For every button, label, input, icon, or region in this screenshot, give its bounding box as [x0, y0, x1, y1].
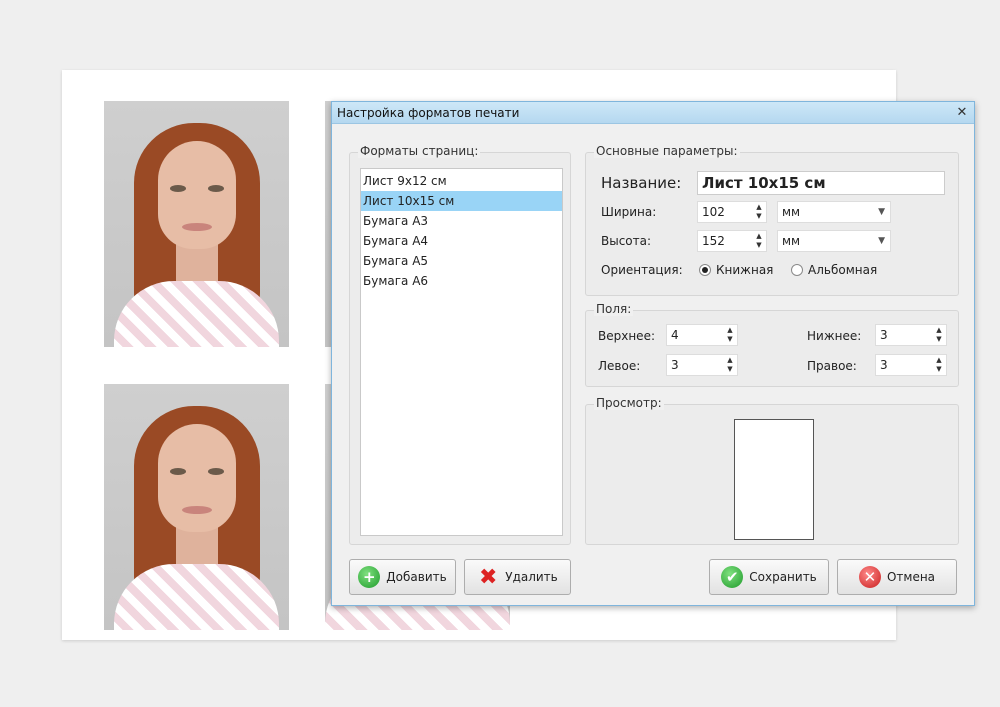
stepper-arrows-icon[interactable]: ▲ ▼ — [725, 326, 735, 344]
save-button-label: Сохранить — [749, 570, 817, 584]
format-list-item[interactable]: Лист 10x15 см — [361, 191, 562, 211]
add-button-label: Добавить — [386, 570, 447, 584]
format-list-item[interactable]: Бумага А6 — [361, 271, 562, 291]
basic-params-legend: Основные параметры: — [594, 144, 740, 158]
name-input[interactable]: Лист 10x15 см — [697, 171, 945, 195]
preview-legend: Просмотр: — [594, 396, 664, 410]
top-margin-value: 4 — [671, 328, 679, 342]
stepper-arrows-icon[interactable]: ▲ ▼ — [934, 326, 944, 344]
margins-legend: Поля: — [594, 302, 634, 316]
top-margin-stepper[interactable]: 4 ▲ ▼ — [666, 324, 738, 346]
top-margin-label: Верхнее: — [598, 329, 655, 343]
height-unit-value: мм — [782, 234, 801, 248]
delete-button-label: Удалить — [505, 570, 558, 584]
bottom-margin-label: Нижнее: — [807, 329, 862, 343]
plus-circle-icon: + — [358, 566, 381, 588]
stepper-arrows-icon[interactable]: ▲ ▼ — [725, 356, 735, 374]
bottom-margin-stepper[interactable]: 3 ▲ ▼ — [875, 324, 947, 346]
width-stepper[interactable]: 102 ▲ ▼ — [697, 201, 767, 223]
portrait-label: Книжная — [716, 263, 774, 277]
format-list-item[interactable]: Бумага А3 — [361, 211, 562, 231]
width-unit-select[interactable]: мм ▼ — [777, 201, 891, 223]
dialog-title: Настройка форматов печати — [337, 105, 520, 120]
checkmark-circle-icon: ✔ — [721, 566, 744, 588]
landscape-label: Альбомная — [808, 263, 878, 277]
cancel-circle-icon: ✕ — [858, 566, 881, 588]
height-value: 152 — [702, 234, 725, 248]
formats-listbox[interactable]: Лист 9x12 см Лист 10x15 см Бумага А3 Бумага… — [360, 168, 563, 536]
name-label: Название: — [601, 174, 682, 192]
chevron-down-icon: ▼ — [878, 207, 885, 217]
add-button[interactable]: + Добавить — [349, 559, 456, 595]
height-label: Высота: — [601, 234, 652, 248]
cancel-button-label: Отмена — [886, 570, 936, 584]
formats-legend: Форматы страниц: — [358, 144, 481, 158]
orientation-label: Ориентация: — [601, 263, 683, 277]
basic-params-group: Основные параметры: Название: Лист 10x15… — [585, 144, 959, 296]
format-list-item[interactable]: Бумага А4 — [361, 231, 562, 251]
stepper-arrows-icon[interactable]: ▲ ▼ — [754, 203, 764, 221]
preview-group: Просмотр: — [585, 396, 959, 545]
left-margin-label: Левое: — [598, 359, 641, 373]
width-label: Ширина: — [601, 205, 657, 219]
radio-checked-icon — [699, 264, 711, 276]
stepper-arrows-icon[interactable]: ▲ ▼ — [934, 356, 944, 374]
format-list-item[interactable]: Бумага А5 — [361, 251, 562, 271]
portrait-photo — [104, 101, 289, 347]
height-unit-select[interactable]: мм ▼ — [777, 230, 891, 252]
bottom-margin-value: 3 — [880, 328, 888, 342]
print-format-dialog: Настройка форматов печати ✕ Форматы стра… — [331, 101, 975, 606]
width-unit-value: мм — [782, 205, 801, 219]
page-preview — [734, 419, 814, 540]
radio-unchecked-icon — [791, 264, 803, 276]
right-margin-label: Правое: — [807, 359, 857, 373]
red-x-icon: ✖ — [479, 564, 498, 590]
stepper-arrows-icon[interactable]: ▲ ▼ — [754, 232, 764, 250]
dialog-titlebar: Настройка форматов печати ✕ — [332, 102, 974, 124]
close-icon[interactable]: ✕ — [954, 105, 970, 121]
right-margin-stepper[interactable]: 3 ▲ ▼ — [875, 354, 947, 376]
height-stepper[interactable]: 152 ▲ ▼ — [697, 230, 767, 252]
format-list-item[interactable]: Лист 9x12 см — [361, 171, 562, 191]
orientation-landscape-radio[interactable]: Альбомная — [791, 263, 877, 277]
margins-group: Поля: Верхнее: 4 ▲ ▼ Нижнее: 3 ▲ ▼ Левое: … — [585, 302, 959, 387]
left-margin-value: 3 — [671, 358, 679, 372]
save-button[interactable]: ✔ Сохранить — [709, 559, 829, 595]
portrait-photo — [104, 384, 289, 630]
cancel-button[interactable]: ✕ Отмена — [837, 559, 957, 595]
orientation-portrait-radio[interactable]: Книжная — [699, 263, 773, 277]
chevron-down-icon: ▼ — [878, 236, 885, 246]
left-margin-stepper[interactable]: 3 ▲ ▼ — [666, 354, 738, 376]
width-value: 102 — [702, 205, 725, 219]
delete-button[interactable]: ✖ Удалить — [464, 559, 571, 595]
formats-group: Форматы страниц: Лист 9x12 см Лист 10x15 … — [349, 144, 571, 545]
right-margin-value: 3 — [880, 358, 888, 372]
